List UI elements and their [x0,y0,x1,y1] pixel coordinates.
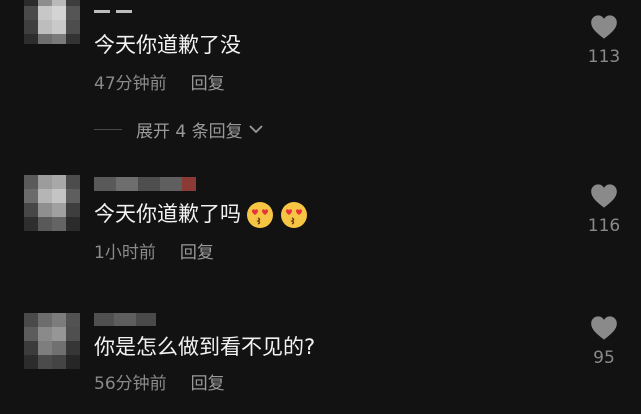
comment-text: 你是怎么做到看不见的? [94,335,316,359]
comment-time: 56分钟前 [94,374,167,394]
heart-icon [591,184,617,208]
heart-icon [591,316,617,340]
comment-meta: 1小时前 回复 [94,242,214,264]
like-count: 95 [593,348,615,368]
comment-text: 今天你道歉了没 [94,33,241,57]
comment-time: 47分钟前 [94,74,167,94]
avatar[interactable] [24,0,80,44]
heart-icon [591,15,617,39]
comment-text: 今天你道歉了吗 [94,200,309,230]
avatar[interactable] [24,175,80,231]
reply-button[interactable]: 回复 [191,74,225,94]
like-count: 116 [587,216,621,236]
reply-button[interactable]: 回复 [180,243,214,263]
comment-list: { "comments": [ { "text": "今天你道歉了没", "ti… [0,0,641,414]
expand-replies-label: 展开 4 条回复 [136,121,243,142]
heart-eyes-kiss-emoji [247,202,273,228]
like-button[interactable]: 95 [584,315,624,369]
like-count: 113 [587,47,621,67]
like-button[interactable]: 113 [584,14,624,68]
comment-time: 1小时前 [94,243,156,263]
divider-line [94,128,122,130]
comment-text-content: 今天你道歉了吗 [94,202,241,226]
comment-meta: 56分钟前 回复 [94,373,225,395]
heart-eyes-kiss-emoji [281,202,307,228]
avatar[interactable] [24,313,80,369]
comment-meta: 47分钟前 回复 [94,73,225,95]
username-blurred[interactable] [94,313,156,326]
chevron-down-icon [248,125,263,134]
like-button[interactable]: 116 [584,183,624,237]
username-blurred[interactable] [94,8,134,14]
reply-button[interactable]: 回复 [191,374,225,394]
expand-replies[interactable]: 展开 4 条回复 [94,118,265,142]
username-blurred[interactable] [94,177,204,191]
